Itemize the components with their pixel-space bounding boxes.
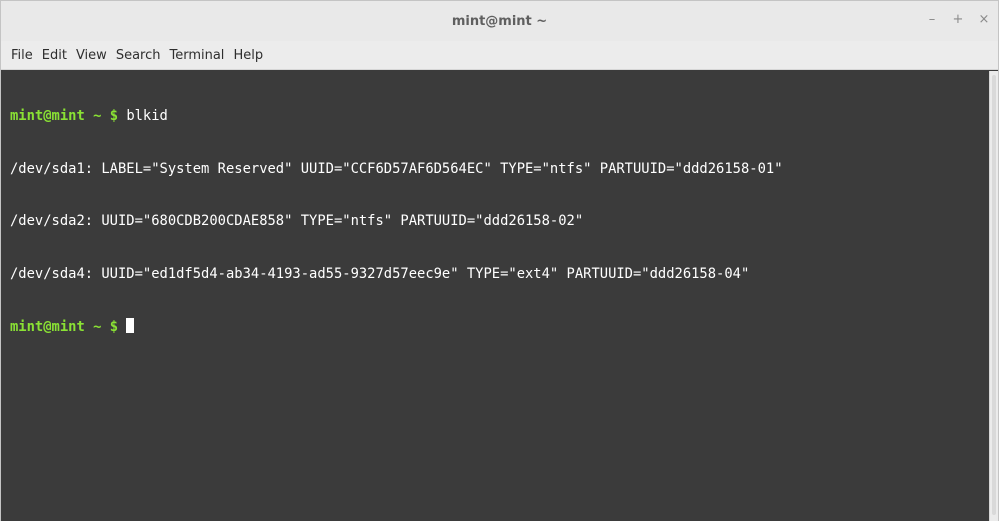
menu-help[interactable]: Help: [229, 48, 267, 63]
window-controls: – + ×: [926, 13, 990, 27]
menu-bar: File Edit View Search Terminal Help: [1, 41, 998, 70]
prompt-symbol: $: [109, 108, 127, 124]
scrollbar-thumb[interactable]: [992, 75, 996, 515]
prompt-symbol: $: [109, 319, 127, 335]
text-cursor: [126, 318, 135, 333]
active-prompt-line: mint@mint ~ $: [10, 318, 989, 336]
prompt-user: mint@mint: [10, 319, 85, 335]
command-line: mint@mint ~ $ blkid: [10, 108, 989, 126]
maximize-button[interactable]: +: [952, 13, 964, 27]
output-line: /dev/sda1: LABEL="System Reserved" UUID=…: [10, 160, 783, 177]
menu-view[interactable]: View: [72, 48, 111, 63]
vertical-scrollbar[interactable]: [989, 71, 998, 521]
terminal-window: mint@mint ~ – + × File Edit View Search …: [0, 0, 999, 521]
menu-edit[interactable]: Edit: [38, 48, 71, 63]
prompt-user: mint@mint: [10, 108, 85, 124]
close-button[interactable]: ×: [978, 13, 990, 27]
title-bar[interactable]: mint@mint ~ – + ×: [1, 1, 998, 41]
window-title: mint@mint ~: [451, 13, 548, 29]
prompt-dir: ~: [84, 319, 110, 335]
menu-search[interactable]: Search: [112, 48, 165, 63]
terminal-output-area[interactable]: mint@mint ~ $ blkid /dev/sda1: LABEL="Sy…: [1, 71, 989, 521]
minimize-button[interactable]: –: [926, 13, 938, 27]
menu-file[interactable]: File: [7, 48, 37, 63]
menu-terminal[interactable]: Terminal: [165, 48, 228, 63]
output-line: /dev/sda4: UUID="ed1df5d4-ab34-4193-ad55…: [10, 265, 750, 282]
command-text: blkid: [126, 108, 168, 124]
output-line: /dev/sda2: UUID="680CDB200CDAE858" TYPE=…: [10, 213, 584, 229]
prompt-dir: ~: [84, 108, 110, 124]
